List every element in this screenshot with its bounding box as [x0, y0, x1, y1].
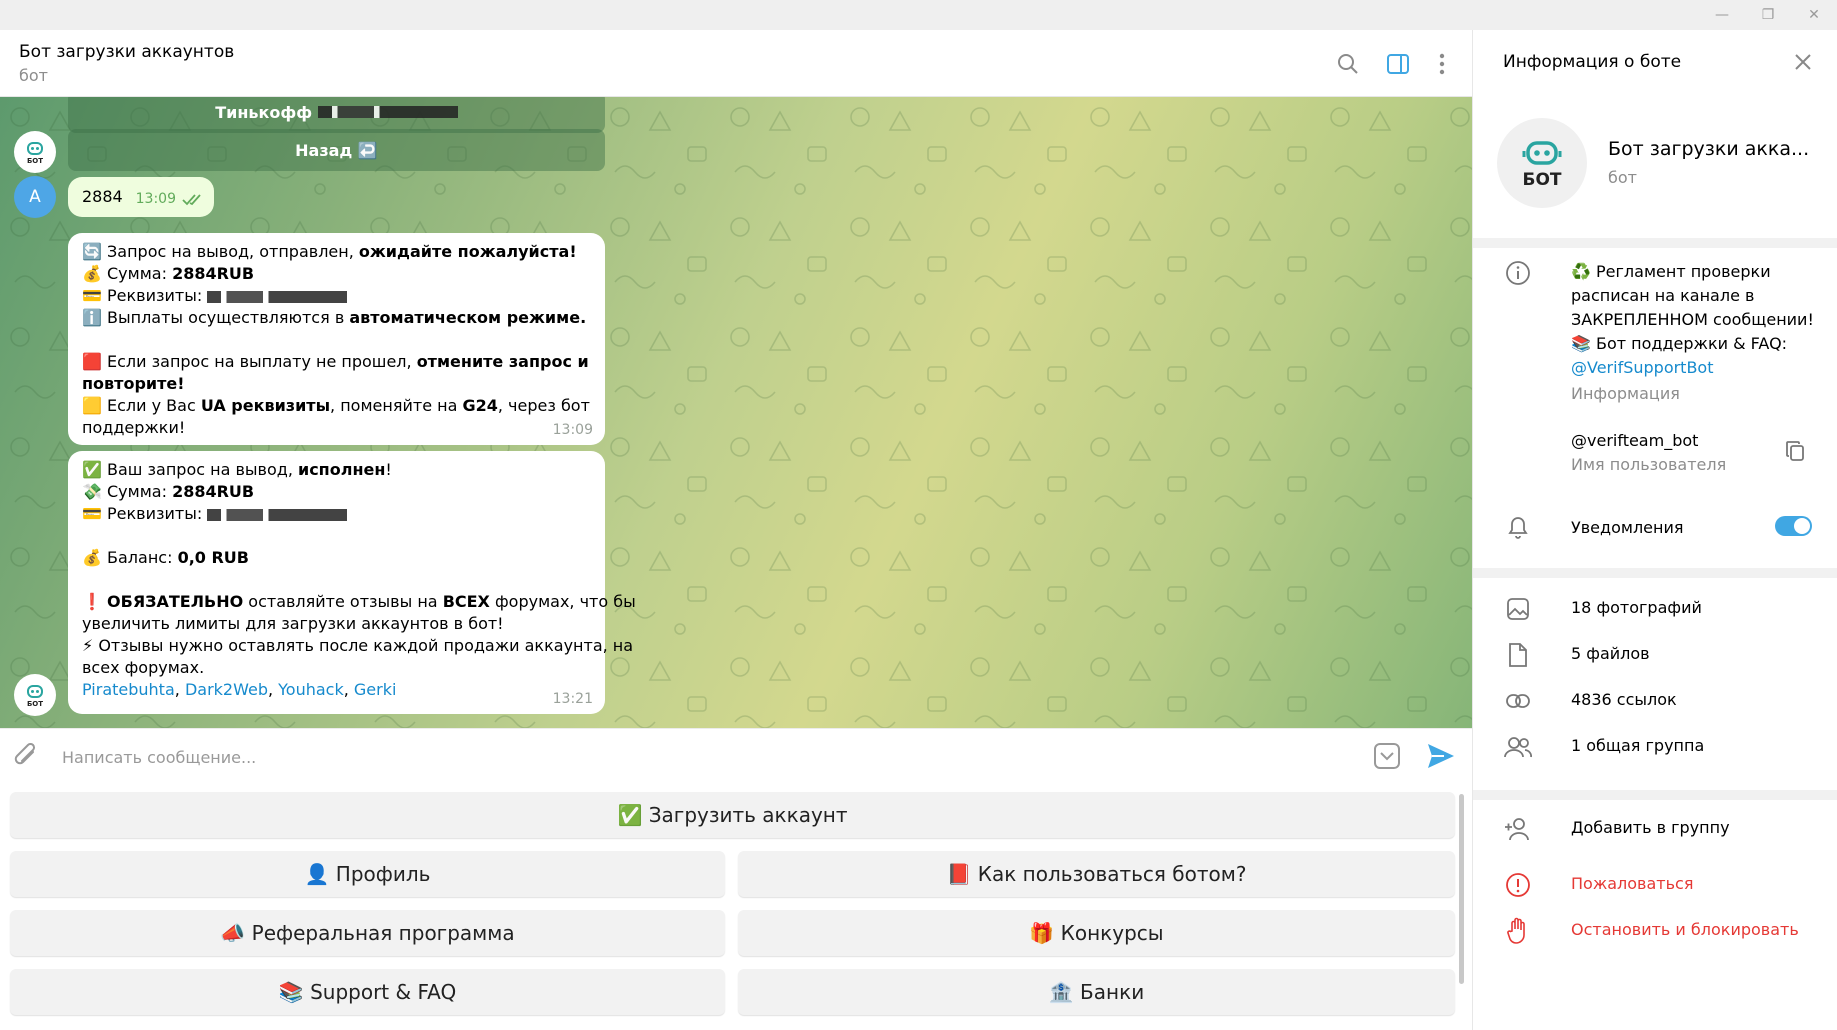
close-panel-icon[interactable] — [1793, 52, 1813, 76]
link-icon — [1503, 686, 1533, 716]
message-input[interactable] — [62, 743, 1362, 771]
inline-button-back[interactable]: Назад ↩️ — [68, 129, 605, 171]
window-titlebar: — ❐ ✕ — [0, 0, 1837, 30]
chat-subtitle: бот — [19, 66, 48, 85]
panel-separator — [1473, 568, 1837, 578]
send-icon[interactable] — [1426, 742, 1456, 774]
chat-messages-area[interactable]: Тинькофф Назад ↩️ БОТ A 2884 13:09 🔄 Зап… — [0, 97, 1472, 728]
bot-avatar[interactable]: БОТ — [14, 674, 56, 716]
bot-message-withdraw-sent[interactable]: 🔄 Запрос на вывод, отправлен, ожидайте п… — [68, 233, 605, 445]
keyboard-toggle-icon[interactable] — [1374, 743, 1400, 773]
photos-icon — [1503, 594, 1533, 624]
more-options-icon[interactable] — [1428, 50, 1456, 78]
message-text: 2884 — [82, 187, 123, 206]
info-icon — [1503, 258, 1533, 288]
username-caption: Имя пользователя — [1571, 455, 1727, 474]
support-bot-link[interactable]: @VerifSupportBot — [1571, 356, 1814, 380]
copy-icon[interactable] — [1785, 440, 1805, 466]
bell-icon — [1503, 512, 1533, 542]
media-photos[interactable]: 18 фотографий — [1571, 596, 1702, 620]
add-user-icon — [1503, 814, 1533, 844]
minimize-icon[interactable]: — — [1702, 3, 1742, 27]
report-icon — [1503, 870, 1533, 900]
forum-link-piratebuhta[interactable]: Piratebuhta — [82, 680, 175, 699]
panel-separator — [1473, 790, 1837, 800]
bot-message-withdraw-done[interactable]: ✅ Ваш запрос на вывод, исполнен! 💸 Сумма… — [68, 451, 636, 714]
upload-account-button[interactable]: ✅ Загрузить аккаунт — [10, 792, 1455, 838]
inline-button-bank[interactable]: Тинькофф — [68, 97, 605, 133]
bot-status: бот — [1608, 168, 1637, 187]
contests-button[interactable]: 🎁 Конкурсы — [738, 910, 1455, 956]
forum-link-youhack[interactable]: Youhack — [278, 680, 344, 699]
user-avatar[interactable]: A — [14, 176, 56, 218]
close-window-icon[interactable]: ✕ — [1794, 3, 1834, 27]
bot-username[interactable]: @verifteam_bot — [1571, 429, 1698, 453]
how-to-use-button[interactable]: 📕 Как пользоваться ботом? — [738, 851, 1455, 897]
chat-header: Бот загрузки аккаунтов бот — [0, 30, 1472, 97]
banks-button[interactable]: 🏦 Банки — [738, 969, 1455, 1015]
info-caption: Информация — [1571, 384, 1680, 403]
reply-keyboard: ✅ Загрузить аккаунт 👤 Профиль 📕 Как поль… — [0, 784, 1472, 1030]
media-groups[interactable]: 1 общая группа — [1571, 734, 1704, 758]
file-icon — [1503, 640, 1533, 670]
report-button[interactable]: Пожаловаться — [1571, 872, 1693, 896]
bot-name: Бот загрузки акка... — [1608, 138, 1810, 160]
read-checkmarks-icon — [182, 194, 201, 206]
svg-text:БОТ: БОТ — [27, 700, 43, 708]
panel-separator — [1473, 238, 1837, 248]
message-input-bar — [0, 728, 1472, 784]
bot-info-panel: Информация о боте БОТ Бот загрузки акка.… — [1472, 30, 1837, 1030]
redacted-details — [207, 508, 348, 521]
search-icon[interactable] — [1334, 50, 1362, 78]
chat-title[interactable]: Бот загрузки аккаунтов — [19, 42, 234, 62]
forum-link-dark2web[interactable]: Dark2Web — [185, 680, 268, 699]
bot-profile-avatar[interactable]: БОТ — [1497, 118, 1587, 208]
message-time: 13:21 — [552, 691, 593, 707]
notifications-toggle[interactable] — [1775, 516, 1812, 536]
support-faq-button[interactable]: 📚 Support & FAQ — [10, 969, 725, 1015]
restore-icon[interactable]: ❐ — [1748, 3, 1788, 27]
forum-link-gerki[interactable]: Gerki — [354, 680, 397, 699]
redacted-details — [207, 290, 348, 303]
sidebar-toggle-icon[interactable] — [1384, 50, 1412, 78]
group-icon — [1503, 732, 1533, 762]
panel-title: Информация о боте — [1503, 52, 1682, 72]
media-files[interactable]: 5 файлов — [1571, 642, 1650, 666]
redacted-card-number — [317, 106, 458, 118]
attach-icon[interactable] — [14, 742, 40, 775]
media-links[interactable]: 4836 ссылок — [1571, 688, 1677, 712]
avatar-label: БОТ — [1522, 170, 1562, 190]
profile-button[interactable]: 👤 Профиль — [10, 851, 725, 897]
user-message-bubble[interactable]: 2884 13:09 — [68, 177, 214, 217]
svg-text:БОТ: БОТ — [27, 157, 43, 165]
add-to-group-button[interactable]: Добавить в группу — [1571, 816, 1730, 840]
message-time: 13:09 — [552, 422, 593, 438]
message-time: 13:09 — [135, 191, 176, 207]
stop-hand-icon — [1503, 916, 1533, 946]
keyboard-scrollbar[interactable] — [1459, 794, 1464, 984]
bot-avatar[interactable]: БОТ — [14, 131, 56, 173]
referral-program-button[interactable]: 📣 Реферальная программа — [10, 910, 725, 956]
bot-description[interactable]: ♻️ Регламент проверки расписан на канале… — [1571, 260, 1814, 380]
stop-and-block-button[interactable]: Остановить и блокировать — [1571, 918, 1799, 942]
notifications-label: Уведомления — [1571, 518, 1684, 537]
